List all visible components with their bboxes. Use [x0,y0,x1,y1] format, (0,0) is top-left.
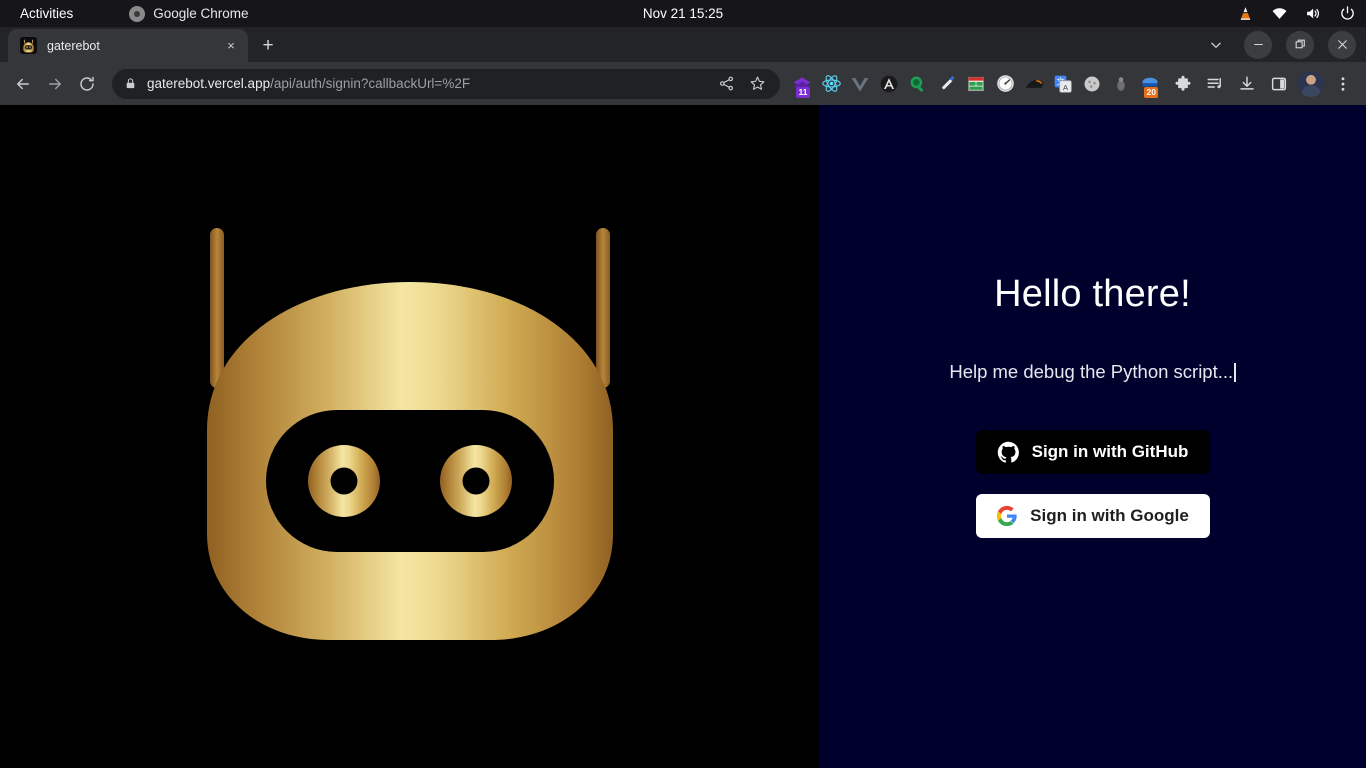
robot-pupil-right [462,467,489,494]
window-controls [1196,27,1366,62]
sign-in-github-label: Sign in with GitHub [1032,442,1189,462]
new-tab-button[interactable]: + [254,31,282,59]
extension-badge: 20 [1144,87,1158,98]
minimize-icon [1244,31,1272,59]
search-magnifier-extension-icon[interactable] [904,70,932,98]
typed-prompt: Help me debug the Python script... [949,361,1235,383]
reload-icon [78,75,96,93]
back-button[interactable] [8,69,38,99]
minimize-button[interactable] [1238,29,1278,61]
maximize-button[interactable] [1280,29,1320,61]
active-app-label: Google Chrome [153,6,248,21]
page-content: Hello there! Help me debug the Python sc… [0,105,1366,768]
omnibox-actions [718,75,768,92]
sign-in-google-button[interactable]: Sign in with Google [976,494,1210,538]
vlc-cone-icon[interactable] [1237,5,1254,22]
system-tray[interactable] [1237,0,1356,27]
close-icon [1328,31,1356,59]
desktop-top-bar: Activities Google Chrome Nov 21 15:25 [0,0,1366,27]
react-devtools-icon[interactable] [817,70,845,98]
side-panel-icon [1270,75,1288,93]
svg-text:A: A [1063,82,1068,91]
forward-button[interactable] [40,69,70,99]
activities-button[interactable]: Activities [12,4,81,23]
media-playlist-button[interactable] [1200,69,1230,99]
robot-antenna-left [210,228,224,388]
chevron-down-icon [1209,38,1223,52]
downloads-button[interactable] [1232,69,1262,99]
page-title: Hello there! [994,273,1191,316]
url-path: /api/auth/signin?callbackUrl=%2F [270,76,470,91]
extensions-row: 11 [788,70,1166,98]
typed-prompt-text: Help me debug the Python script... [949,361,1233,383]
tab-title: gaterebot [47,39,212,53]
extensions-menu-button[interactable] [1168,69,1198,99]
back-arrow-icon [14,75,32,93]
chrome-icon [129,6,145,22]
bug-tracker-icon[interactable] [1107,70,1135,98]
gaterebot-favicon-icon [20,37,37,54]
dark-reader-icon[interactable] [1020,70,1048,98]
robot-pupil-left [330,467,357,494]
volume-icon[interactable] [1305,5,1322,22]
blue-extension-icon[interactable]: 20 [1136,70,1164,98]
active-app-indicator[interactable]: Google Chrome [129,6,248,22]
tab-close-button[interactable]: × [222,37,240,55]
power-icon[interactable] [1339,5,1356,22]
extensions-puzzle-icon [1174,75,1192,93]
address-bar[interactable]: gaterebot.vercel.app/api/auth/signin?cal… [112,69,780,99]
forward-arrow-icon [46,75,64,93]
wifi-icon[interactable] [1271,5,1288,22]
vue-devtools-icon[interactable] [846,70,874,98]
url-domain: gaterebot.vercel.app [147,76,270,91]
spreadsheet-extension-icon[interactable] [962,70,990,98]
typing-caret [1234,363,1236,382]
bookmark-star-icon[interactable] [749,75,766,92]
gaterebot-robot-logo [207,224,613,644]
close-button[interactable] [1322,29,1362,61]
browser-toolbar: gaterebot.vercel.app/api/auth/signin?cal… [0,62,1366,105]
angular-devtools-icon[interactable] [875,70,903,98]
flagged-extension-icon[interactable]: 11 [788,70,816,98]
speed-gauge-icon[interactable] [991,70,1019,98]
tab-strip: gaterebot × + [0,27,1366,62]
three-dot-menu-icon [1334,75,1352,93]
tab-search-button[interactable] [1196,29,1236,61]
robot-antenna-right [596,228,610,388]
chrome-menu-button[interactable] [1328,69,1358,99]
extension-badge: 11 [796,87,810,98]
profile-avatar [1298,71,1324,97]
lock-icon [124,77,137,90]
maximize-icon [1286,31,1314,59]
cookie-manager-icon[interactable] [1078,70,1106,98]
download-icon [1238,75,1256,93]
eyedropper-pen-icon[interactable] [933,70,961,98]
share-icon[interactable] [718,75,735,92]
logo-pane [0,105,819,768]
google-translate-icon[interactable]: 文 A [1049,70,1077,98]
side-panel-button[interactable] [1264,69,1294,99]
github-icon [997,441,1020,464]
media-playlist-icon [1206,75,1224,93]
google-icon [996,505,1018,527]
signin-pane: Hello there! Help me debug the Python sc… [819,105,1366,768]
address-bar-text: gaterebot.vercel.app/api/auth/signin?cal… [147,76,708,91]
browser-tab-gaterebot[interactable]: gaterebot × [8,29,248,62]
reload-button[interactable] [72,69,102,99]
profile-button[interactable] [1296,69,1326,99]
sign-in-google-label: Sign in with Google [1030,506,1189,526]
sign-in-github-button[interactable]: Sign in with GitHub [976,430,1210,474]
